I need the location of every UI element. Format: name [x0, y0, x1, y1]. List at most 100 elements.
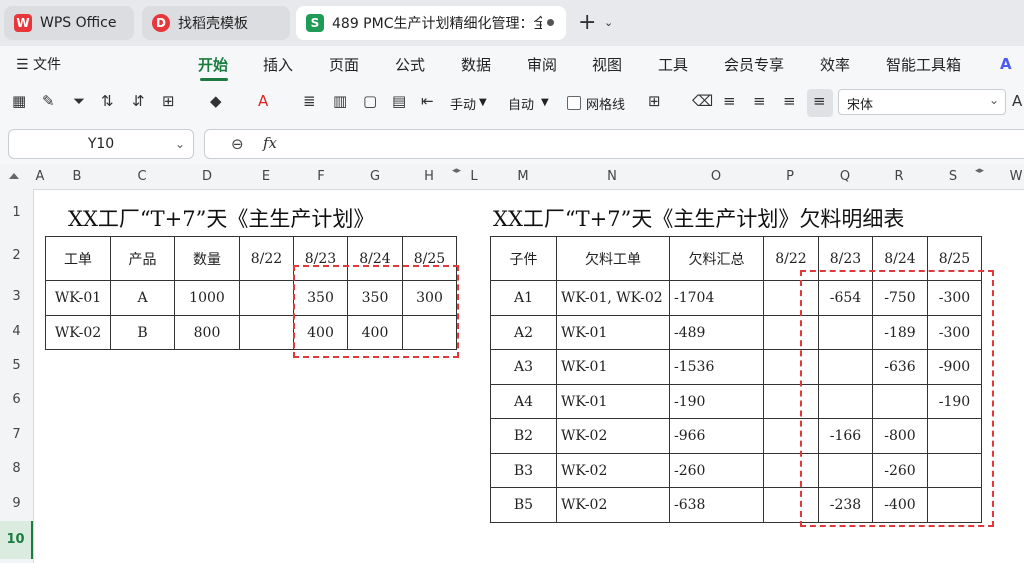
- row-header[interactable]: 8: [0, 461, 33, 476]
- row-header[interactable]: 4: [0, 324, 33, 339]
- clear-format-icon[interactable]: ⌫: [692, 92, 713, 110]
- menu-view[interactable]: 视图: [592, 54, 622, 75]
- cell[interactable]: [239, 280, 294, 316]
- cell[interactable]: B3: [490, 453, 557, 488]
- menu-review[interactable]: 审阅: [527, 54, 557, 75]
- cell[interactable]: -190: [669, 384, 764, 419]
- format-painter-icon[interactable]: ✎: [42, 92, 55, 110]
- row-header-selected[interactable]: 10: [0, 521, 33, 559]
- column-header[interactable]: O: [669, 169, 763, 184]
- header-cell[interactable]: 数量: [174, 236, 240, 281]
- header-cell[interactable]: 欠料汇总: [669, 236, 764, 281]
- cell[interactable]: -1536: [669, 349, 764, 385]
- tab-templates[interactable]: D 找稻壳模板: [142, 6, 290, 40]
- wrap-text-icon[interactable]: ≣: [303, 92, 316, 110]
- format-cells-icon[interactable]: ▦: [12, 92, 26, 110]
- header-cell[interactable]: 工单: [45, 236, 111, 281]
- file-menu[interactable]: ☰ 文件: [16, 54, 61, 74]
- cell[interactable]: B: [110, 315, 175, 350]
- manual-calc-label[interactable]: 手动: [450, 94, 476, 113]
- column-header[interactable]: B: [46, 169, 108, 184]
- new-tab-button[interactable]: +: [578, 10, 596, 35]
- cell[interactable]: WK-01: [45, 280, 111, 316]
- cell[interactable]: WK-01: [556, 315, 670, 350]
- row-header[interactable]: 2: [0, 248, 33, 263]
- row-header[interactable]: 5: [0, 358, 33, 373]
- column-header[interactable]: R: [872, 169, 926, 184]
- unsaved-dot-icon[interactable]: [547, 19, 554, 26]
- cell[interactable]: WK-02: [45, 315, 111, 350]
- column-header[interactable]: N: [556, 169, 668, 184]
- sort-descending-icon[interactable]: ⇵: [132, 92, 145, 110]
- cell[interactable]: -489: [669, 315, 764, 350]
- cell[interactable]: A: [110, 280, 175, 316]
- font-name-select[interactable]: 宋体 ⌄: [838, 89, 1006, 115]
- hidden-columns-icon[interactable]: ◂▸: [452, 166, 461, 176]
- gridlines-checkbox[interactable]: [567, 96, 581, 110]
- fill-color-icon[interactable]: ◆: [210, 92, 222, 110]
- hidden-columns-icon[interactable]: ◂▸: [975, 166, 984, 176]
- cell[interactable]: -638: [669, 487, 764, 523]
- menu-smart-toolbox[interactable]: 智能工具箱: [886, 54, 961, 75]
- tab-active-document[interactable]: S 489 PMC生产计划精细化管理：全: [296, 6, 566, 40]
- menu-data[interactable]: 数据: [461, 54, 491, 75]
- menu-insert[interactable]: 插入: [263, 54, 293, 75]
- zoom-search-icon[interactable]: ⊖: [231, 135, 244, 153]
- header-cell[interactable]: 欠料工单: [556, 236, 670, 281]
- align-justify-icon[interactable]: ≡: [813, 92, 826, 110]
- cell[interactable]: B2: [490, 418, 557, 454]
- column-header[interactable]: L: [464, 169, 484, 184]
- menu-member[interactable]: 会员专享: [724, 54, 784, 75]
- auto-calc-label[interactable]: 自动: [508, 94, 534, 113]
- header-cell[interactable]: 8/22: [239, 236, 294, 281]
- cell[interactable]: -966: [669, 418, 764, 454]
- align-left-icon[interactable]: ≡: [723, 92, 736, 110]
- font-size-icon[interactable]: A: [1012, 92, 1022, 110]
- menu-tools[interactable]: 工具: [658, 54, 688, 75]
- cell[interactable]: A2: [490, 315, 557, 350]
- menu-home[interactable]: 开始: [198, 54, 228, 75]
- header-cell[interactable]: 产品: [110, 236, 175, 281]
- cell[interactable]: A1: [490, 280, 557, 316]
- column-header[interactable]: W: [1008, 169, 1024, 184]
- align-right-icon[interactable]: ≡: [783, 92, 796, 110]
- merge-icon[interactable]: ⇤: [421, 92, 434, 110]
- cell[interactable]: A4: [490, 384, 557, 419]
- select-all-icon[interactable]: [9, 173, 19, 179]
- chevron-down-icon[interactable]: ▼: [479, 97, 487, 108]
- borders-icon[interactable]: ⊞: [162, 92, 175, 110]
- cell[interactable]: WK-02: [556, 418, 670, 454]
- ai-assistant-icon[interactable]: A: [1000, 55, 1012, 73]
- freeze-panes-icon[interactable]: ▥: [333, 92, 347, 110]
- cell[interactable]: WK-01, WK-02: [556, 280, 670, 316]
- cell[interactable]: -1704: [669, 280, 764, 316]
- column-header[interactable]: C: [110, 169, 174, 184]
- cell[interactable]: A3: [490, 349, 557, 385]
- formula-input[interactable]: ⊖ fx: [204, 129, 1024, 159]
- row-header[interactable]: 1: [0, 205, 33, 220]
- row-header[interactable]: 6: [0, 392, 33, 407]
- cell[interactable]: 1000: [174, 280, 240, 316]
- cell-name-box[interactable]: Y10 ⌄: [8, 129, 194, 159]
- sort-ascending-icon[interactable]: ⇅: [101, 92, 114, 110]
- cell[interactable]: WK-01: [556, 384, 670, 419]
- cell[interactable]: WK-01: [556, 349, 670, 385]
- comment-icon[interactable]: ▢: [363, 92, 377, 110]
- header-cell[interactable]: 子件: [490, 236, 557, 281]
- cell[interactable]: 800: [174, 315, 240, 350]
- column-header[interactable]: Q: [818, 169, 872, 184]
- table-style-icon[interactable]: ⊞: [648, 92, 661, 110]
- column-header[interactable]: S: [926, 169, 980, 184]
- filter-icon[interactable]: ⏷: [73, 92, 85, 110]
- column-header[interactable]: H: [402, 169, 456, 184]
- column-header[interactable]: E: [239, 169, 293, 184]
- row-header[interactable]: 3: [0, 289, 33, 304]
- cell[interactable]: WK-02: [556, 453, 670, 488]
- row-header[interactable]: 9: [0, 496, 33, 511]
- column-header[interactable]: P: [763, 169, 817, 184]
- cell[interactable]: -260: [669, 453, 764, 488]
- cell[interactable]: [239, 315, 294, 350]
- chevron-down-icon[interactable]: ▼: [541, 97, 549, 108]
- column-header[interactable]: G: [348, 169, 402, 184]
- menu-formula[interactable]: 公式: [395, 54, 425, 75]
